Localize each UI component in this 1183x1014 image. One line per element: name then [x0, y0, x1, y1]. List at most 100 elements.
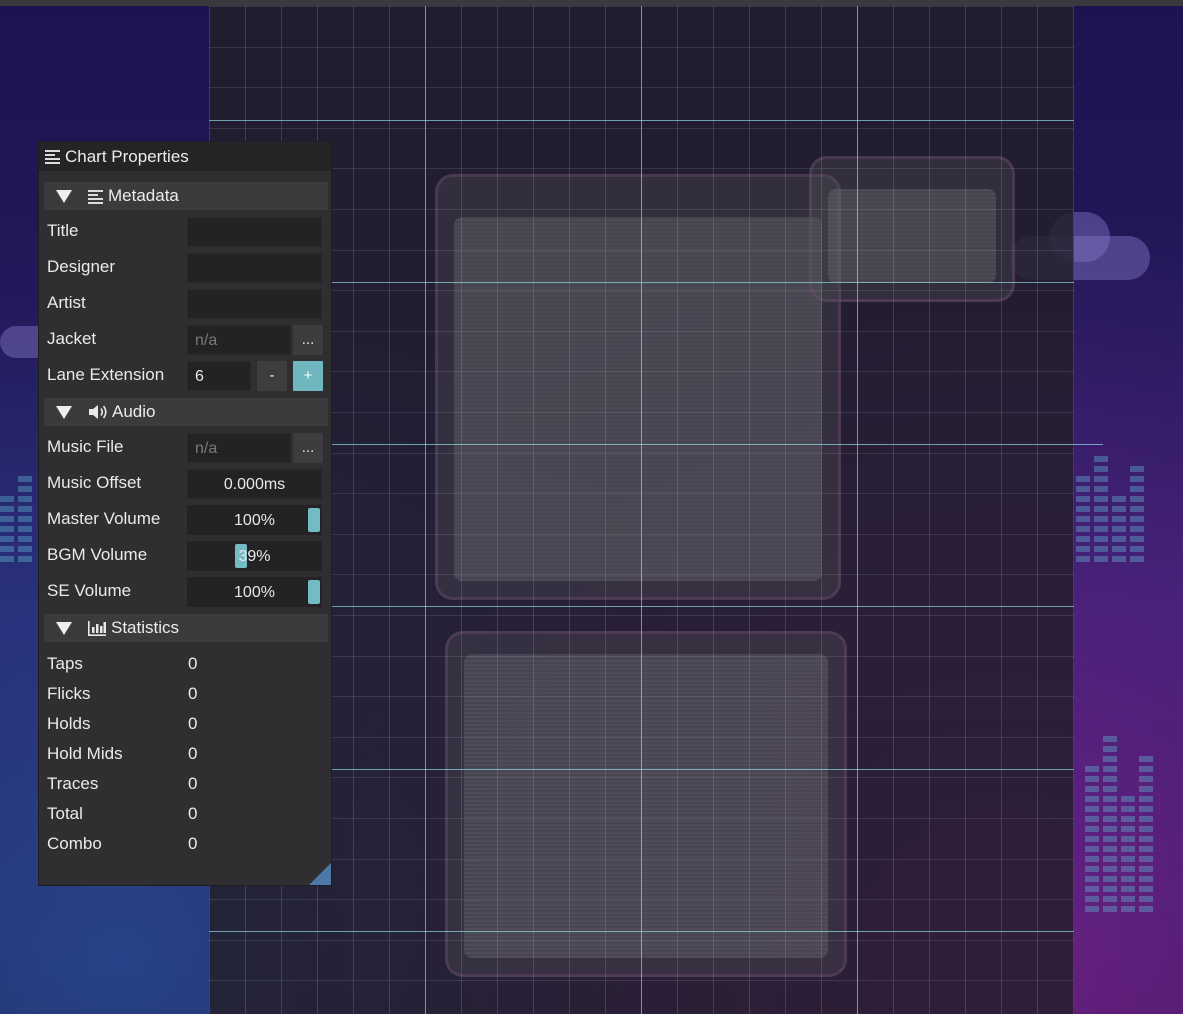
background-window-shape [435, 174, 841, 600]
equalizer-bars [1085, 736, 1153, 916]
master-volume-slider[interactable]: 100% [187, 505, 322, 535]
bar-chart-icon [88, 620, 106, 636]
lane-grid-line [1001, 6, 1002, 1014]
music-offset-input[interactable]: 0.000ms [187, 469, 322, 499]
statistics-section-header[interactable]: Statistics [44, 614, 328, 642]
artist-input[interactable] [187, 289, 322, 319]
lane-grid-line [821, 6, 822, 1014]
stat-value: 0 [188, 834, 198, 853]
lane-extension-increment-button[interactable]: + [293, 361, 323, 391]
designer-row: Designer [47, 253, 327, 283]
se-volume-label: SE Volume [47, 581, 132, 600]
lane-grid-line [533, 6, 534, 1014]
jacket-input[interactable]: n/a [187, 325, 291, 355]
lane-extension-label: Lane Extension [47, 365, 165, 384]
resize-grip[interactable] [309, 863, 331, 885]
chart-field[interactable] [209, 6, 1074, 1014]
beat-grid-line [209, 534, 1074, 535]
stat-value: 0 [188, 804, 198, 823]
audio-header-label: Audio [112, 402, 156, 421]
lane-grid-line [461, 6, 462, 1014]
stat-row: Total 0 [47, 800, 327, 830]
title-label: Title [47, 221, 79, 240]
beat-grid-line [209, 87, 1074, 88]
bgm-volume-label: BGM Volume [47, 545, 148, 564]
measure-line [209, 120, 1074, 121]
lane-grid-line [713, 6, 714, 1014]
jacket-browse-button[interactable]: ... [293, 325, 323, 355]
bgm-volume-slider[interactable]: 39% [187, 541, 322, 571]
stat-row: Flicks 0 [47, 680, 327, 710]
lane-grid-line [605, 6, 606, 1014]
stat-row: Combo 0 [47, 830, 327, 860]
stat-label: Total [47, 804, 83, 823]
beat-grid-line [209, 818, 1074, 819]
music-file-row: Music File n/a ... [47, 433, 327, 463]
master-volume-label: Master Volume [47, 509, 161, 528]
stat-value: 0 [188, 654, 198, 673]
lane-extension-decrement-button[interactable]: - [257, 361, 287, 391]
panel-title: Chart Properties [65, 146, 189, 166]
audio-section-header[interactable]: Audio [44, 398, 328, 426]
lane-grid-line [1037, 6, 1038, 1014]
stat-label: Combo [47, 834, 102, 853]
lane-grid-line [569, 6, 570, 1014]
slider-handle[interactable] [308, 508, 320, 532]
se-volume-value: 100% [234, 584, 275, 601]
stat-row: Holds 0 [47, 710, 327, 740]
lane-grid-line [1073, 6, 1074, 1014]
statistics-header-label: Statistics [111, 618, 180, 637]
beat-grid-line [209, 940, 1074, 941]
lane-extension-input[interactable]: 6 [187, 361, 251, 391]
title-row: Title [47, 217, 327, 247]
bgm-volume-row: BGM Volume 39% [47, 541, 327, 571]
measure-line [209, 444, 1074, 445]
panel-titlebar[interactable]: Chart Properties [39, 142, 331, 171]
title-input[interactable] [187, 217, 322, 247]
beat-grid-line [209, 777, 1074, 778]
slider-handle[interactable] [308, 580, 320, 604]
background-window-shape [809, 156, 1015, 302]
metadata-header-label: Metadata [108, 186, 179, 205]
metadata-section-header[interactable]: Metadata [44, 182, 328, 210]
lane-grid-line [389, 6, 390, 1014]
music-offset-label: Music Offset [47, 473, 142, 492]
beat-grid-line [209, 128, 1074, 129]
beat-grid-line [209, 371, 1074, 372]
speaker-icon [89, 405, 107, 419]
lane-grid-line [785, 6, 786, 1014]
lane-grid-line [965, 6, 966, 1014]
beat-grid-line [209, 168, 1074, 169]
music-file-input[interactable]: n/a [187, 433, 291, 463]
stat-row: Traces 0 [47, 770, 327, 800]
lane-grid-line [353, 6, 354, 1014]
lane-divider-line [641, 6, 642, 1014]
lane-grid-line [677, 6, 678, 1014]
lane-divider-line [425, 6, 426, 1014]
lane-grid-line [497, 6, 498, 1014]
stat-row: Hold Mids 0 [47, 740, 327, 770]
beat-grid-line [209, 656, 1074, 657]
se-volume-slider[interactable]: 100% [187, 577, 322, 607]
collapse-triangle-icon [56, 189, 72, 203]
music-file-label: Music File [47, 437, 124, 456]
music-file-browse-button[interactable]: ... [293, 433, 323, 463]
background-window-shape [445, 631, 847, 977]
beat-grid-line [209, 6, 1074, 7]
stat-label: Holds [47, 714, 91, 733]
lane-grid-line [893, 6, 894, 1014]
stat-label: Traces [47, 774, 99, 793]
stat-label: Taps [47, 654, 83, 673]
jacket-row: Jacket n/a ... [47, 325, 327, 355]
designer-input[interactable] [187, 253, 322, 283]
measure-line [209, 769, 1074, 770]
measure-line [209, 282, 1074, 283]
lane-extension-row: Lane Extension 6 - + [47, 361, 327, 391]
artist-row: Artist [47, 289, 327, 319]
beat-grid-line [209, 331, 1074, 332]
stat-row: Taps 0 [47, 650, 327, 680]
measure-line [209, 931, 1074, 932]
collapse-triangle-icon [56, 405, 72, 419]
beat-grid-line [209, 47, 1074, 48]
measure-line-extension [1074, 444, 1103, 445]
